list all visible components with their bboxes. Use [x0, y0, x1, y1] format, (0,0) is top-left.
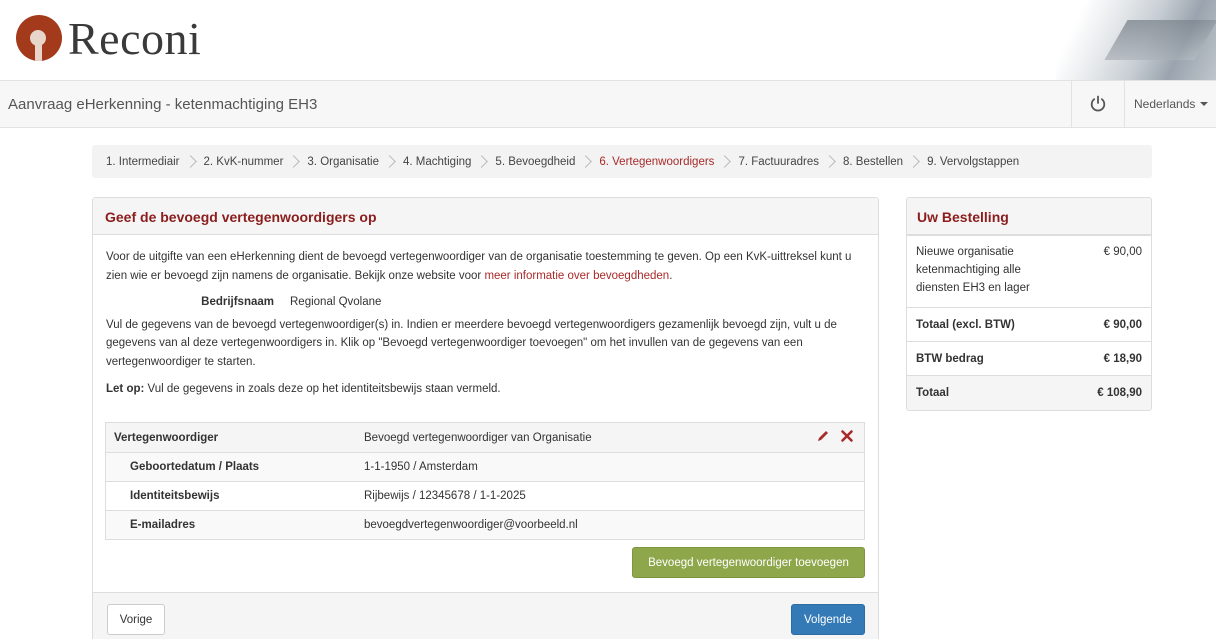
intro-text: Voor de uitgifte van een eHerkenning die… — [106, 251, 852, 282]
wizard-step[interactable]: 1. Intermediair — [106, 156, 180, 168]
pencil-icon[interactable] — [816, 429, 830, 443]
next-button[interactable]: Volgende — [791, 604, 865, 635]
wizard-step[interactable]: 9. Vervolgstappen — [927, 156, 1019, 168]
chevron-right-icon — [183, 155, 197, 168]
logo-text: Reconi — [68, 12, 202, 64]
row-label: E-mailadres — [130, 519, 196, 531]
representative-value: Bevoegd vertegenwoordiger van Organisati… — [364, 431, 592, 444]
company-label: Bedrijfsnaam — [201, 296, 274, 309]
row-label: Identiteitsbewijs — [130, 490, 220, 502]
wizard-step[interactable]: 3. Organisatie — [307, 156, 379, 168]
close-icon[interactable] — [840, 429, 854, 443]
note-text: Let op: Vul de gegevens in zoals deze op… — [106, 382, 501, 395]
row-value: bevoegdvertegenwoordiger@voorbeeld.nl — [364, 519, 578, 531]
total-row: Totaal € 108,90 — [907, 375, 1151, 410]
add-representative-button[interactable]: Bevoegd vertegenwoordiger toevoegen — [632, 547, 865, 578]
language-label: Nederlands — [1134, 97, 1196, 111]
representative-header-row: Vertegenwoordiger Bevoegd vertegenwoordi… — [106, 423, 864, 452]
vat-label: BTW bedrag — [916, 352, 984, 365]
row-value: Rijbewijs / 12345678 / 1-1-2025 — [364, 490, 526, 502]
wizard-step[interactable]: 4. Machtiging — [403, 156, 471, 168]
vat-value: € 18,90 — [1103, 352, 1142, 365]
order-item-price: € 90,00 — [1103, 246, 1142, 258]
total-value: € 108,90 — [1097, 387, 1142, 399]
table-row: Geboortedatum / Plaats 1-1-1950 / Amster… — [106, 452, 864, 481]
vat-row: BTW bedrag € 18,90 — [907, 341, 1151, 375]
subtotal-row: Totaal (excl. BTW) € 90,00 — [907, 307, 1151, 341]
order-item-desc: Nieuwe organisatie ketenmachtiging alle … — [916, 246, 1030, 294]
chevron-right-icon — [475, 155, 489, 168]
chevron-right-icon — [287, 155, 301, 168]
panel-footer: Vorige Volgende — [93, 592, 878, 639]
chevron-right-icon — [718, 155, 732, 168]
table-row: Identiteitsbewijs Rijbewijs / 12345678 /… — [106, 481, 864, 510]
representatives-panel: Geef de bevoegd vertegenwoordigers op Vo… — [92, 197, 879, 639]
caret-down-icon — [1200, 102, 1209, 106]
chevron-right-icon — [907, 155, 920, 168]
chevron-right-icon — [579, 155, 593, 168]
order-summary: Uw Bestelling Nieuwe organisatie ketenma… — [906, 197, 1152, 411]
wizard-step[interactable]: 8. Bestellen — [843, 156, 903, 168]
info-link[interactable]: meer informatie over bevoegdheden — [484, 270, 669, 282]
reconi-logo[interactable]: Reconi — [16, 12, 201, 64]
wizard-step[interactable]: 5. Bevoegdheid — [495, 156, 575, 168]
company-value: Regional Qvolane — [290, 296, 382, 309]
representative-label: Vertegenwoordiger — [114, 431, 219, 444]
language-dropdown[interactable]: Nederlands — [1124, 81, 1216, 127]
previous-button[interactable]: Vorige — [107, 604, 165, 635]
instructions-text: Vul de gegevens van de bevoegd vertegenw… — [106, 318, 837, 368]
table-row: E-mailadres bevoegdvertegenwoordiger@voo… — [106, 510, 864, 539]
navbar: Aanvraag eHerkenning - ketenmachtiging E… — [0, 80, 1216, 128]
wizard-step[interactable]: 2. KvK-nummer — [204, 156, 284, 168]
power-icon — [1090, 95, 1105, 112]
wizard-step[interactable]: 7. Factuuradres — [738, 156, 819, 168]
site-header: Reconi — [0, 0, 1216, 80]
wizard-steps: 1. Intermediair 2. KvK-nummer 3. Organisat… — [92, 145, 1152, 178]
subtotal-value: € 90,00 — [1103, 318, 1142, 331]
chevron-right-icon — [383, 155, 396, 168]
company-row: Bedrijfsnaam Regional Qvolane — [106, 293, 865, 312]
panel-heading: Geef de bevoegd vertegenwoordigers op — [93, 198, 878, 235]
wizard-step[interactable]: 6. Vertegenwoordigers — [599, 156, 714, 168]
order-heading: Uw Bestelling — [907, 198, 1151, 235]
header-image — [1056, 0, 1216, 80]
panel-body: Voor de uitgifte van een eHerkenning die… — [93, 235, 878, 398]
chevron-right-icon — [823, 155, 836, 168]
subtotal-label: Totaal (excl. BTW) — [916, 318, 1015, 331]
logout-button[interactable] — [1071, 81, 1123, 127]
logo-icon — [16, 15, 62, 61]
total-label: Totaal — [916, 387, 950, 399]
row-value: 1-1-1950 / Amsterdam — [364, 461, 478, 473]
representative-table: Vertegenwoordiger Bevoegd vertegenwoordi… — [105, 422, 865, 540]
order-item: Nieuwe organisatie ketenmachtiging alle … — [907, 235, 1151, 307]
row-actions — [816, 429, 854, 443]
page-title: Aanvraag eHerkenning - ketenmachtiging E… — [8, 96, 318, 113]
row-label: Geboortedatum / Plaats — [130, 461, 260, 473]
